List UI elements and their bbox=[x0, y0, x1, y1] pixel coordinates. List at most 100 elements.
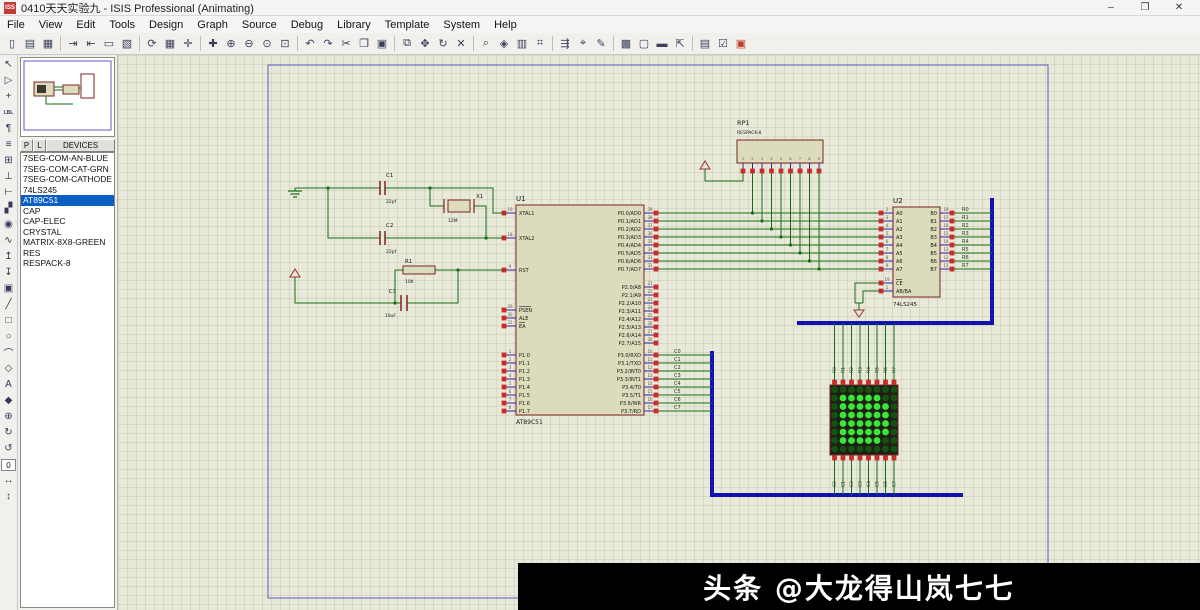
menu-source[interactable]: Source bbox=[235, 18, 284, 32]
terminals-mode-icon[interactable]: ⊥ bbox=[1, 169, 17, 184]
2d-arc-icon[interactable]: ⌒ bbox=[1, 345, 17, 360]
virtual-instruments-mode-icon[interactable]: ▣ bbox=[1, 281, 17, 296]
subcircuit-mode-icon[interactable]: ⊞ bbox=[1, 153, 17, 168]
wire-label-mode-icon[interactable]: LBL bbox=[1, 105, 17, 120]
search-and-tag-icon[interactable]: ⌖ bbox=[574, 35, 592, 53]
2d-marker-icon[interactable]: ⊕ bbox=[1, 409, 17, 424]
zoom-out-icon[interactable]: ⊖ bbox=[240, 35, 258, 53]
pan-icon[interactable]: ✚ bbox=[204, 35, 222, 53]
maximize-button[interactable]: ❐ bbox=[1128, 2, 1162, 13]
device-list-item[interactable]: CAP bbox=[21, 206, 114, 217]
device-list-item[interactable]: RESPACK-8 bbox=[21, 258, 114, 269]
view-bom-icon[interactable]: ▤ bbox=[696, 35, 714, 53]
2d-line-icon[interactable]: ╱ bbox=[1, 297, 17, 312]
export-section-icon[interactable]: ⇤ bbox=[82, 35, 100, 53]
close-button[interactable]: ✕ bbox=[1162, 2, 1196, 13]
copy-icon[interactable]: ❐ bbox=[355, 35, 373, 53]
2d-text-icon[interactable]: A bbox=[1, 377, 17, 392]
device-list-item[interactable]: CRYSTAL bbox=[21, 227, 114, 238]
menu-debug[interactable]: Debug bbox=[284, 18, 330, 32]
graph-mode-icon[interactable]: ▞ bbox=[1, 201, 17, 216]
cut-icon[interactable]: ✂ bbox=[337, 35, 355, 53]
electrical-rule-check-icon[interactable]: ☑ bbox=[714, 35, 732, 53]
device-list-item[interactable]: AT89C51 bbox=[21, 195, 114, 206]
mark-output-area-icon[interactable]: ▧ bbox=[118, 35, 136, 53]
device-list-item[interactable]: RES bbox=[21, 248, 114, 259]
component-mode-icon[interactable]: ▷ bbox=[1, 73, 17, 88]
text-script-mode-icon[interactable]: ¶ bbox=[1, 121, 17, 136]
current-probe-mode-icon[interactable]: ↧ bbox=[1, 265, 17, 280]
zoom-area-icon[interactable]: ⊡ bbox=[276, 35, 294, 53]
menu-edit[interactable]: Edit bbox=[69, 18, 102, 32]
x1-body[interactable] bbox=[448, 200, 470, 212]
block-rotate-icon[interactable]: ↻ bbox=[434, 35, 452, 53]
device-list-item[interactable]: 7SEG-COM-AN-BLUE bbox=[21, 153, 114, 164]
menu-view[interactable]: View bbox=[32, 18, 70, 32]
pin-name: P3.2/INT0 bbox=[617, 369, 641, 375]
menu-design[interactable]: Design bbox=[142, 18, 190, 32]
selection-mode-icon[interactable]: ↖ bbox=[1, 57, 17, 72]
menu-graph[interactable]: Graph bbox=[190, 18, 235, 32]
make-device-icon[interactable]: ◈ bbox=[495, 35, 513, 53]
decompose-icon[interactable]: ⌗ bbox=[531, 35, 549, 53]
paste-icon[interactable]: ▣ bbox=[373, 35, 391, 53]
device-pins-mode-icon[interactable]: ⊢ bbox=[1, 185, 17, 200]
mirror-y-icon[interactable]: ↕ bbox=[1, 489, 17, 504]
new-design-icon[interactable]: ▯ bbox=[3, 35, 21, 53]
toggle-grid-icon[interactable]: ▦ bbox=[161, 35, 179, 53]
device-list-item[interactable]: 7SEG-COM-CAT-GRN bbox=[21, 164, 114, 175]
print-icon[interactable]: ▭ bbox=[100, 35, 118, 53]
pick-devices-button[interactable]: P bbox=[20, 139, 33, 152]
2d-symbol-icon[interactable]: ◆ bbox=[1, 393, 17, 408]
block-delete-icon[interactable]: ✕ bbox=[452, 35, 470, 53]
schematic-canvas[interactable]: U1AT89C5119XTAL118XTAL29RST29PSEN30ALE31… bbox=[118, 55, 1200, 610]
device-list-item[interactable]: 7SEG-COM-CATHODE bbox=[21, 174, 114, 185]
block-copy-icon[interactable]: ⧉ bbox=[398, 35, 416, 53]
goto-sheet-icon[interactable]: ⇱ bbox=[671, 35, 689, 53]
tape-recorder-mode-icon[interactable]: ◉ bbox=[1, 217, 17, 232]
rotation-angle-field[interactable]: 0 bbox=[1, 459, 16, 471]
menu-template[interactable]: Template bbox=[378, 18, 437, 32]
zoom-all-icon[interactable]: ⊙ bbox=[258, 35, 276, 53]
schematic-preview[interactable] bbox=[20, 57, 115, 137]
undo-icon[interactable]: ↶ bbox=[301, 35, 319, 53]
import-section-icon[interactable]: ⇥ bbox=[64, 35, 82, 53]
packaging-tool-icon[interactable]: ▥ bbox=[513, 35, 531, 53]
menu-library[interactable]: Library bbox=[330, 18, 378, 32]
voltage-probe-mode-icon[interactable]: ↥ bbox=[1, 249, 17, 264]
pick-parts-icon[interactable]: ⌕ bbox=[477, 35, 495, 53]
menu-tools[interactable]: Tools bbox=[102, 18, 142, 32]
mirror-x-icon[interactable]: ↔ bbox=[1, 473, 17, 488]
design-explorer-icon[interactable]: ▩ bbox=[617, 35, 635, 53]
library-button[interactable]: L bbox=[33, 139, 46, 152]
netlist-to-ares-icon[interactable]: ▣ bbox=[732, 35, 750, 53]
block-move-icon[interactable]: ✥ bbox=[416, 35, 434, 53]
wire-autorouter-icon[interactable]: ⇶ bbox=[556, 35, 574, 53]
false-origin-icon[interactable]: ✛ bbox=[179, 35, 197, 53]
junction-dot-mode-icon[interactable]: + bbox=[1, 89, 17, 104]
property-assignment-icon[interactable]: ✎ bbox=[592, 35, 610, 53]
save-design-icon[interactable]: ▦ bbox=[39, 35, 57, 53]
menu-file[interactable]: File bbox=[0, 18, 32, 32]
menu-system[interactable]: System bbox=[436, 18, 487, 32]
2d-path-icon[interactable]: ◇ bbox=[1, 361, 17, 376]
schematic-svg[interactable]: U1AT89C5119XTAL118XTAL29RST29PSEN30ALE31… bbox=[118, 55, 1200, 610]
2d-box-icon[interactable]: □ bbox=[1, 313, 17, 328]
rotate-clockwise-icon[interactable]: ↻ bbox=[1, 425, 17, 440]
bus-mode-icon[interactable]: ≡ bbox=[1, 137, 17, 152]
generator-mode-icon[interactable]: ∿ bbox=[1, 233, 17, 248]
open-design-icon[interactable]: ▤ bbox=[21, 35, 39, 53]
2d-circle-icon[interactable]: ○ bbox=[1, 329, 17, 344]
r1-body[interactable] bbox=[403, 266, 435, 274]
device-list-item[interactable]: MATRIX-8X8-GREEN bbox=[21, 237, 114, 248]
new-sheet-icon[interactable]: ▢ bbox=[635, 35, 653, 53]
redraw-icon[interactable]: ⟳ bbox=[143, 35, 161, 53]
device-list-item[interactable]: 74LS245 bbox=[21, 185, 114, 196]
rotate-anticlockwise-icon[interactable]: ↺ bbox=[1, 441, 17, 456]
zoom-in-icon[interactable]: ⊕ bbox=[222, 35, 240, 53]
minimize-button[interactable]: – bbox=[1094, 2, 1128, 13]
remove-sheet-icon[interactable]: ▬ bbox=[653, 35, 671, 53]
menu-help[interactable]: Help bbox=[487, 18, 524, 32]
device-list-item[interactable]: CAP-ELEC bbox=[21, 216, 114, 227]
redo-icon[interactable]: ↷ bbox=[319, 35, 337, 53]
